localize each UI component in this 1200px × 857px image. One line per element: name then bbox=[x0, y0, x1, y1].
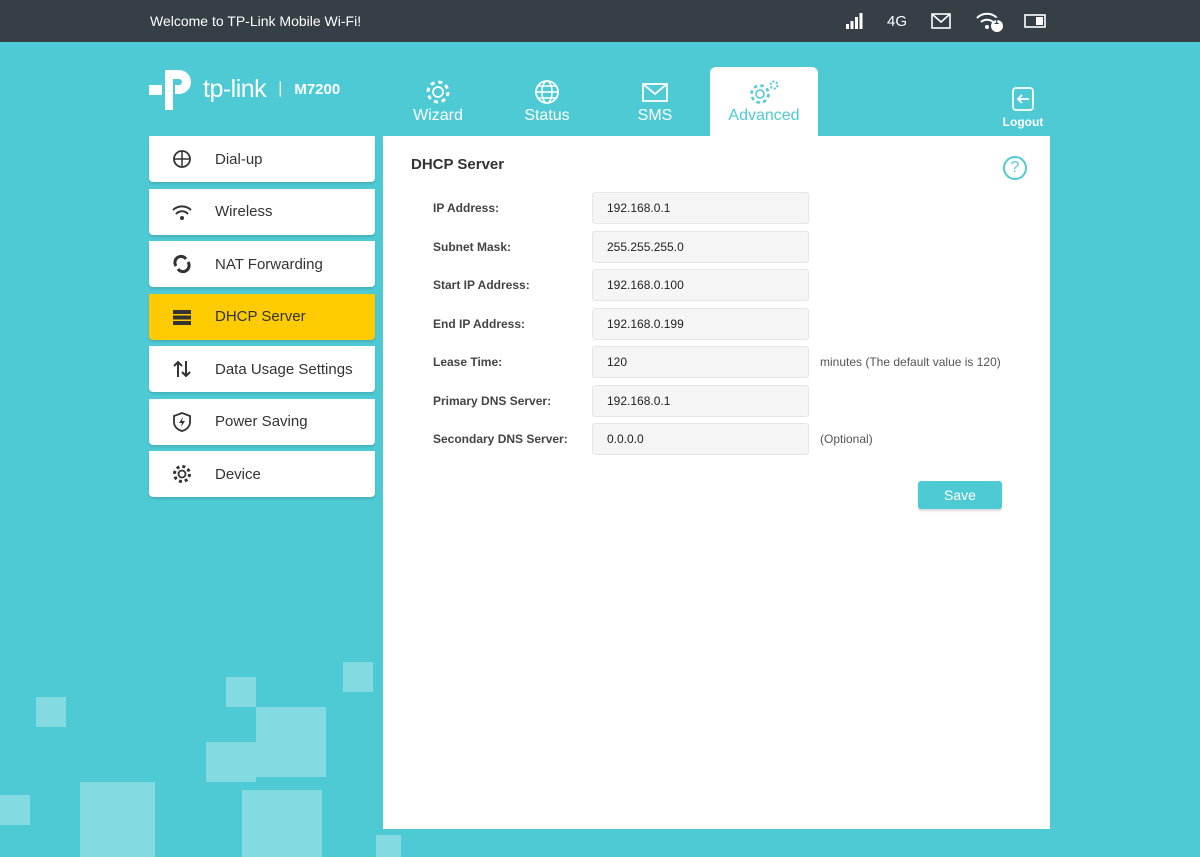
envelope-icon bbox=[642, 83, 668, 102]
network-type: 4G bbox=[887, 12, 908, 30]
secondary-dns-row: Secondary DNS Server: 0.0.0.0 (Optional) bbox=[433, 423, 873, 455]
decoration bbox=[256, 707, 326, 777]
globe-icon bbox=[171, 148, 193, 170]
sidebar-item-label: Device bbox=[215, 465, 261, 483]
gears-icon bbox=[750, 80, 779, 104]
sidebar-item-dial-up[interactable]: Dial-up bbox=[149, 136, 375, 182]
start-ip-input[interactable]: 192.168.0.100 bbox=[592, 269, 809, 301]
field-label: Subnet Mask: bbox=[433, 240, 512, 254]
help-icon[interactable]: ? bbox=[1003, 156, 1027, 180]
battery-icon bbox=[1024, 10, 1046, 32]
end-ip-row: End IP Address: 192.168.0.199 bbox=[433, 308, 809, 340]
tab-advanced[interactable]: Advanced bbox=[710, 67, 818, 136]
server-icon bbox=[171, 306, 193, 328]
decoration bbox=[343, 662, 373, 692]
sidebar-item-dhcp-server[interactable]: DHCP Server bbox=[149, 293, 375, 340]
save-button[interactable]: Save bbox=[918, 481, 1002, 509]
signal-strength-icon bbox=[845, 10, 863, 32]
decoration bbox=[80, 782, 155, 857]
decoration bbox=[206, 742, 256, 782]
tab-label: Wizard bbox=[413, 107, 463, 124]
logout-button[interactable]: Logout bbox=[1002, 86, 1044, 129]
ip-address-row: IP Address: 192.168.0.1 bbox=[433, 192, 809, 224]
decoration bbox=[0, 795, 30, 825]
sidebar-item-label: Wireless bbox=[215, 203, 273, 220]
brand-name: tp-link bbox=[203, 74, 267, 103]
sidebar-item-label: Data Usage Settings bbox=[215, 360, 353, 378]
tab-status[interactable]: Status bbox=[493, 67, 601, 136]
logout-label: Logout bbox=[1002, 115, 1044, 129]
tab-sms[interactable]: SMS bbox=[601, 67, 709, 136]
sidebar-item-device[interactable]: Device bbox=[149, 451, 375, 497]
logout-icon bbox=[1012, 87, 1034, 111]
shield-icon bbox=[171, 411, 193, 433]
sidebar-item-power-saving[interactable]: Power Saving bbox=[149, 398, 375, 445]
sidebar-item-label: Power Saving bbox=[215, 413, 308, 430]
sidebar-item-nat-forwarding[interactable]: NAT Forwarding bbox=[149, 241, 375, 287]
page-title: DHCP Server bbox=[411, 156, 505, 173]
lease-time-input[interactable]: 120 bbox=[592, 346, 809, 378]
logo-separator: | bbox=[278, 80, 283, 97]
sidebar: Dial-up Wireless NAT Forwarding DHCP Ser… bbox=[149, 136, 375, 504]
field-label: Lease Time: bbox=[433, 355, 503, 369]
lease-time-row: Lease Time: 120 minutes (The default value… bbox=[433, 346, 1001, 378]
field-label: End IP Address: bbox=[433, 317, 526, 331]
field-label: Secondary DNS Server: bbox=[433, 432, 568, 446]
ip-address-input[interactable]: 192.168.0.1 bbox=[592, 192, 809, 224]
sms-envelope-icon[interactable] bbox=[931, 10, 951, 32]
wifi-client-count: 1 bbox=[994, 16, 1000, 26]
sidebar-item-wireless[interactable]: Wireless bbox=[149, 188, 375, 235]
decoration bbox=[36, 697, 66, 727]
nat-forwarding-icon bbox=[171, 253, 193, 275]
up-down-arrows-icon bbox=[171, 358, 193, 380]
decoration bbox=[242, 790, 322, 857]
optional-note: (Optional) bbox=[820, 432, 873, 446]
primary-dns-input[interactable]: 192.168.0.1 bbox=[592, 385, 809, 417]
globe-icon bbox=[535, 80, 559, 104]
tp-link-logo: tp-link | M7200 bbox=[149, 66, 340, 112]
tab-label: Status bbox=[524, 107, 570, 124]
wifi-icon bbox=[171, 201, 193, 223]
subnet-mask-input[interactable]: 255.255.255.0 bbox=[592, 231, 809, 263]
tp-link-logo-icon bbox=[149, 70, 191, 110]
sidebar-item-label: NAT Forwarding bbox=[215, 255, 323, 273]
sidebar-item-data-usage-settings[interactable]: Data Usage Settings bbox=[149, 346, 375, 392]
field-label: Primary DNS Server: bbox=[433, 394, 552, 408]
welcome-text: Welcome to TP-Link Mobile Wi-Fi! bbox=[150, 13, 362, 29]
wifi-clients-icon: 1 bbox=[975, 10, 1005, 32]
decoration bbox=[226, 677, 256, 707]
subnet-mask-row: Subnet Mask: 255.255.255.0 bbox=[433, 231, 809, 263]
model-name: M7200 bbox=[294, 80, 341, 98]
dhcp-server-panel: DHCP Server ? IP Address: 192.168.0.1 Sub… bbox=[383, 136, 1050, 829]
gear-icon bbox=[426, 80, 450, 104]
secondary-dns-input[interactable]: 0.0.0.0 bbox=[592, 423, 809, 455]
lease-time-note: minutes (The default value is 120) bbox=[820, 355, 1001, 369]
decoration bbox=[376, 835, 401, 857]
start-ip-row: Start IP Address: 192.168.0.100 bbox=[433, 269, 809, 301]
tab-wizard[interactable]: Wizard bbox=[384, 67, 492, 136]
primary-dns-row: Primary DNS Server: 192.168.0.1 bbox=[433, 385, 809, 417]
top-bar: Welcome to TP-Link Mobile Wi-Fi! 4G 1 bbox=[0, 0, 1200, 42]
gear-icon bbox=[171, 463, 193, 485]
sidebar-item-label: Dial-up bbox=[215, 150, 263, 168]
tab-label: Advanced bbox=[728, 107, 800, 124]
sidebar-item-label: DHCP Server bbox=[215, 308, 306, 325]
tab-label: SMS bbox=[637, 107, 673, 124]
field-label: IP Address: bbox=[433, 201, 500, 215]
end-ip-input[interactable]: 192.168.0.199 bbox=[592, 308, 809, 340]
field-label: Start IP Address: bbox=[433, 278, 530, 292]
